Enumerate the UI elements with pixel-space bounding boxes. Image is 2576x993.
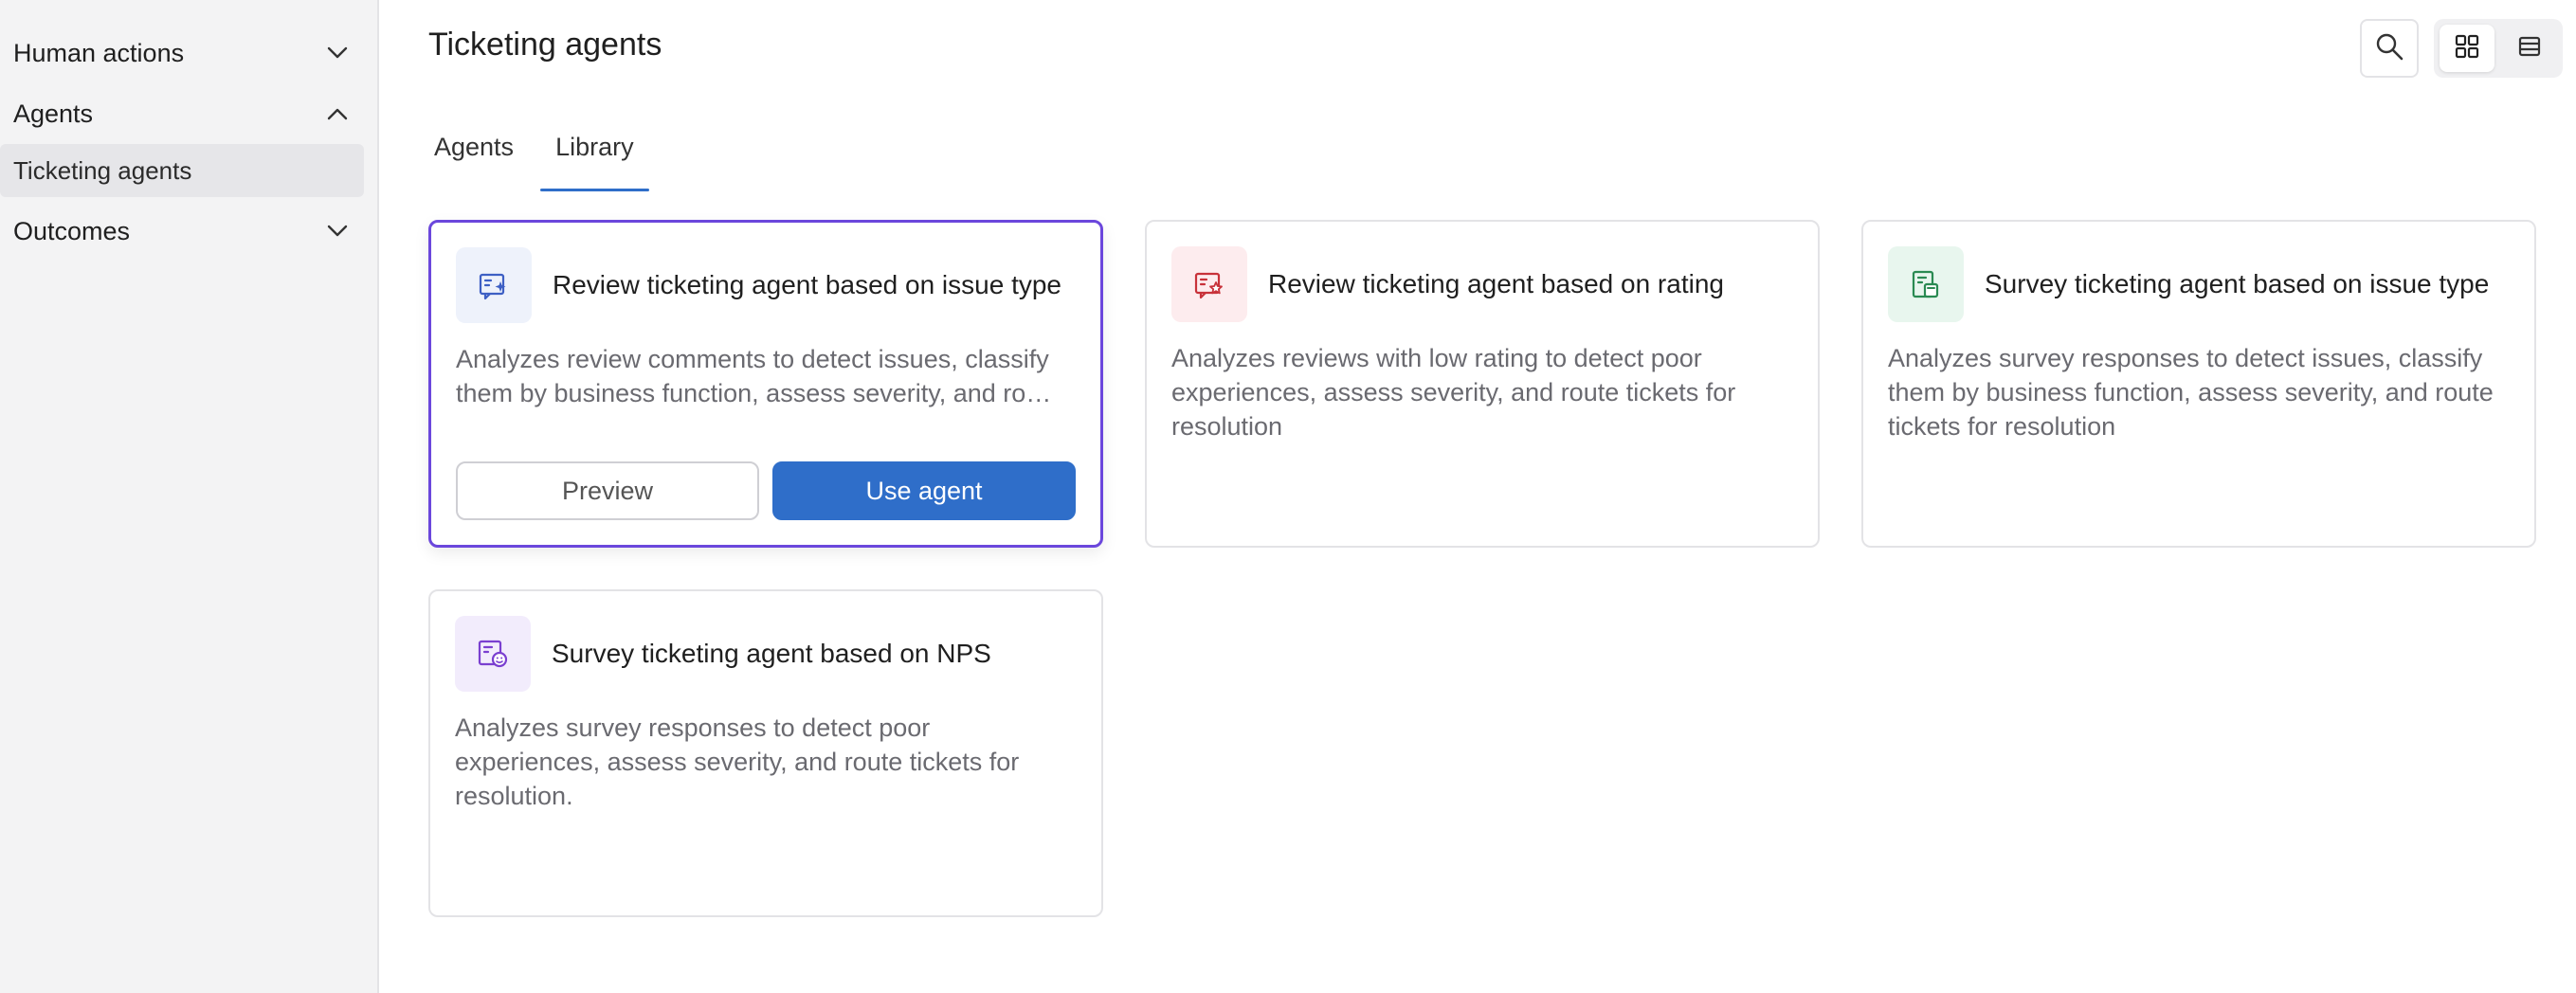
tab-library[interactable]: Library [540,133,649,191]
sidebar-group-outcomes[interactable]: Outcomes [0,201,364,262]
grid-view-button[interactable] [2440,25,2494,72]
agent-library-grid: Review ticketing agent based on issue ty… [428,220,2536,917]
agent-card-review-issue-type[interactable]: Review ticketing agent based on issue ty… [428,220,1103,548]
page-title: Ticketing agents [428,27,662,63]
survey-doc-icon [1888,246,1964,322]
list-view-button[interactable] [2502,25,2557,72]
sidebar-group-label: Human actions [13,38,185,67]
card-description: Analyzes survey responses to detect issu… [1888,344,2494,441]
card-description: Analyzes reviews with low rating to dete… [1171,344,1736,441]
view-mode-toggle [2434,19,2563,78]
sidebar-group-label: Agents [13,99,94,128]
chevron-down-icon [324,218,351,244]
card-description: Analyzes review comments to detect issue… [456,345,1061,407]
sidebar-group-label: Outcomes [13,216,131,245]
agent-card-review-rating[interactable]: Review ticketing agent based on rating A… [1145,220,1820,548]
preview-button[interactable]: Preview [456,461,759,520]
sidebar-group-human-actions[interactable]: Human actions [0,23,364,83]
app-root: Human actions Agents Ticketing agents Ou… [0,0,2576,993]
card-title: Survey ticketing agent based on NPS [552,639,991,668]
tab-agents[interactable]: Agents [428,133,531,191]
toolbar [2360,19,2563,78]
card-description: Analyzes survey responses to detect poor… [455,713,1020,810]
card-header: Survey ticketing agent based on issue ty… [1888,246,2510,322]
card-title: Review ticketing agent based on rating [1268,269,1724,298]
sidebar: Human actions Agents Ticketing agents Ou… [0,0,379,993]
review-star-icon [1171,246,1247,322]
review-sparkle-icon [456,247,532,323]
card-title: Survey ticketing agent based on issue ty… [1985,269,2490,298]
list-view-icon [2517,34,2542,63]
tab-label: Library [555,133,634,161]
card-actions: Preview Use agent [456,461,1076,520]
sidebar-item-ticketing-agents[interactable]: Ticketing agents [0,144,364,197]
main-content: Ticketing agents Agents Library Review t… [379,0,2576,993]
use-agent-button[interactable]: Use agent [772,461,1076,520]
grid-view-icon [2454,33,2480,64]
card-header: Review ticketing agent based on issue ty… [456,247,1076,323]
search-icon [2374,31,2404,66]
tab-label: Agents [434,133,515,161]
survey-nps-icon [455,616,531,692]
card-header: Review ticketing agent based on rating [1171,246,1793,322]
search-button[interactable] [2360,19,2419,78]
card-title: Review ticketing agent based on issue ty… [553,270,1061,299]
agent-card-survey-issue-type[interactable]: Survey ticketing agent based on issue ty… [1861,220,2536,548]
sidebar-group-agents[interactable]: Agents [0,83,364,144]
agent-card-survey-nps[interactable]: Survey ticketing agent based on NPS Anal… [428,589,1103,917]
chevron-down-icon [324,40,351,66]
chevron-up-icon [324,100,351,127]
card-header: Survey ticketing agent based on NPS [455,616,1077,692]
sidebar-item-label: Ticketing agents [13,155,192,185]
tab-bar: Agents Library [428,133,649,191]
